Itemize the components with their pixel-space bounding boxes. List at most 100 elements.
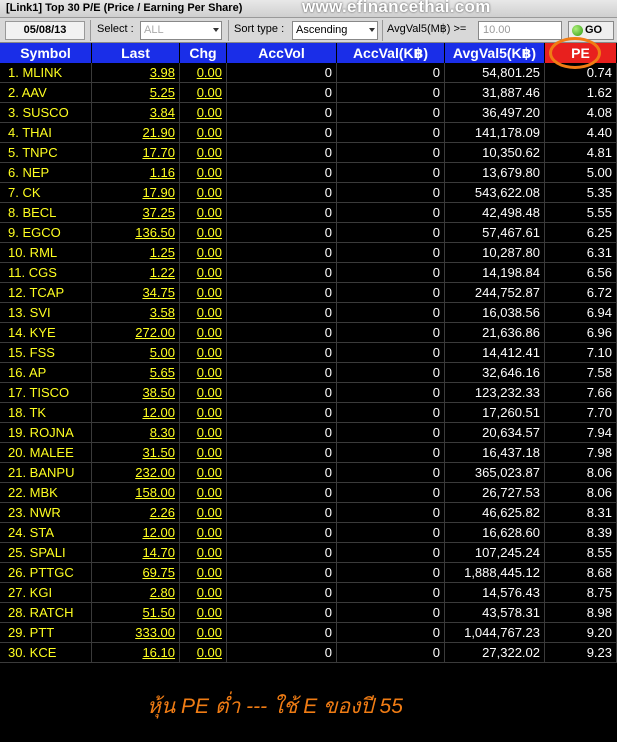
cell-last[interactable]: 158.00 [92, 483, 180, 503]
cell-last-link[interactable]: 12.00 [142, 405, 175, 420]
table-row[interactable]: 5. TNPC 17.70 0.00 0 0 10,350.62 4.81 [0, 143, 617, 163]
avg-value-input[interactable]: 10.00 [478, 21, 562, 40]
cell-chg[interactable]: 0.00 [180, 143, 227, 163]
cell-last-link[interactable]: 1.25 [150, 245, 175, 260]
cell-chg-link[interactable]: 0.00 [197, 105, 222, 120]
cell-last-link[interactable]: 17.70 [142, 145, 175, 160]
cell-chg-link[interactable]: 0.00 [197, 465, 222, 480]
cell-chg[interactable]: 0.00 [180, 183, 227, 203]
table-row[interactable]: 4. THAI 21.90 0.00 0 0 141,178.09 4.40 [0, 123, 617, 143]
cell-last-link[interactable]: 16.10 [142, 645, 175, 660]
table-row[interactable]: 1. MLINK 3.98 0.00 0 0 54,801.25 0.74 [0, 63, 617, 83]
table-row[interactable]: 25. SPALI 14.70 0.00 0 0 107,245.24 8.55 [0, 543, 617, 563]
table-row[interactable]: 2. AAV 5.25 0.00 0 0 31,887.46 1.62 [0, 83, 617, 103]
table-row[interactable]: 27. KGI 2.80 0.00 0 0 14,576.43 8.75 [0, 583, 617, 603]
column-header-avgval5[interactable]: AvgVal5(K฿) [445, 43, 545, 63]
table-row[interactable]: 9. EGCO 136.50 0.00 0 0 57,467.61 6.25 [0, 223, 617, 243]
cell-chg[interactable]: 0.00 [180, 83, 227, 103]
table-row[interactable]: 23. NWR 2.26 0.00 0 0 46,625.82 8.31 [0, 503, 617, 523]
cell-last[interactable]: 3.84 [92, 103, 180, 123]
cell-last-link[interactable]: 51.50 [142, 605, 175, 620]
cell-last[interactable]: 38.50 [92, 383, 180, 403]
cell-chg[interactable]: 0.00 [180, 283, 227, 303]
cell-last[interactable]: 5.00 [92, 343, 180, 363]
cell-chg-link[interactable]: 0.00 [197, 345, 222, 360]
table-row[interactable]: 29. PTT 333.00 0.00 0 0 1,044,767.23 9.20 [0, 623, 617, 643]
cell-chg[interactable]: 0.00 [180, 223, 227, 243]
table-row[interactable]: 30. KCE 16.10 0.00 0 0 27,322.02 9.23 [0, 643, 617, 663]
table-row[interactable]: 13. SVI 3.58 0.00 0 0 16,038.56 6.94 [0, 303, 617, 323]
cell-last-link[interactable]: 17.90 [142, 185, 175, 200]
table-row[interactable]: 17. TISCO 38.50 0.00 0 0 123,232.33 7.66 [0, 383, 617, 403]
table-row[interactable]: 28. RATCH 51.50 0.00 0 0 43,578.31 8.98 [0, 603, 617, 623]
cell-chg[interactable]: 0.00 [180, 303, 227, 323]
cell-last-link[interactable]: 2.26 [150, 505, 175, 520]
cell-last[interactable]: 69.75 [92, 563, 180, 583]
cell-last-link[interactable]: 38.50 [142, 385, 175, 400]
cell-last-link[interactable]: 34.75 [142, 285, 175, 300]
cell-last[interactable]: 8.30 [92, 423, 180, 443]
table-row[interactable]: 22. MBK 158.00 0.00 0 0 26,727.53 8.06 [0, 483, 617, 503]
cell-chg-link[interactable]: 0.00 [197, 145, 222, 160]
cell-last[interactable]: 272.00 [92, 323, 180, 343]
table-row[interactable]: 20. MALEE 31.50 0.00 0 0 16,437.18 7.98 [0, 443, 617, 463]
table-row[interactable]: 26. PTTGC 69.75 0.00 0 0 1,888,445.12 8.68 [0, 563, 617, 583]
cell-chg[interactable]: 0.00 [180, 363, 227, 383]
cell-chg[interactable]: 0.00 [180, 563, 227, 583]
table-row[interactable]: 16. AP 5.65 0.00 0 0 32,646.16 7.58 [0, 363, 617, 383]
cell-chg-link[interactable]: 0.00 [197, 585, 222, 600]
cell-chg[interactable]: 0.00 [180, 423, 227, 443]
table-row[interactable]: 10. RML 1.25 0.00 0 0 10,287.80 6.31 [0, 243, 617, 263]
cell-chg-link[interactable]: 0.00 [197, 325, 222, 340]
cell-last[interactable]: 17.90 [92, 183, 180, 203]
cell-last-link[interactable]: 3.58 [150, 305, 175, 320]
cell-chg-link[interactable]: 0.00 [197, 305, 222, 320]
cell-last-link[interactable]: 136.50 [135, 225, 175, 240]
cell-last-link[interactable]: 272.00 [135, 325, 175, 340]
cell-chg-link[interactable]: 0.00 [197, 85, 222, 100]
cell-last[interactable]: 333.00 [92, 623, 180, 643]
cell-last-link[interactable]: 333.00 [135, 625, 175, 640]
cell-chg-link[interactable]: 0.00 [197, 565, 222, 580]
cell-chg-link[interactable]: 0.00 [197, 385, 222, 400]
cell-chg-link[interactable]: 0.00 [197, 605, 222, 620]
cell-last-link[interactable]: 37.25 [142, 205, 175, 220]
cell-last[interactable]: 3.58 [92, 303, 180, 323]
cell-last[interactable]: 37.25 [92, 203, 180, 223]
cell-chg[interactable]: 0.00 [180, 443, 227, 463]
cell-last-link[interactable]: 69.75 [142, 565, 175, 580]
cell-chg-link[interactable]: 0.00 [197, 485, 222, 500]
cell-chg[interactable]: 0.00 [180, 163, 227, 183]
cell-chg-link[interactable]: 0.00 [197, 245, 222, 260]
cell-last[interactable]: 2.26 [92, 503, 180, 523]
table-row[interactable]: 7. CK 17.90 0.00 0 0 543,622.08 5.35 [0, 183, 617, 203]
table-row[interactable]: 18. TK 12.00 0.00 0 0 17,260.51 7.70 [0, 403, 617, 423]
table-row[interactable]: 12. TCAP 34.75 0.00 0 0 244,752.87 6.72 [0, 283, 617, 303]
cell-last[interactable]: 232.00 [92, 463, 180, 483]
cell-chg[interactable]: 0.00 [180, 583, 227, 603]
cell-chg[interactable]: 0.00 [180, 483, 227, 503]
cell-chg-link[interactable]: 0.00 [197, 525, 222, 540]
cell-chg-link[interactable]: 0.00 [197, 265, 222, 280]
table-row[interactable]: 15. FSS 5.00 0.00 0 0 14,412.41 7.10 [0, 343, 617, 363]
cell-last[interactable]: 14.70 [92, 543, 180, 563]
column-header-chg[interactable]: Chg [180, 43, 227, 63]
cell-last-link[interactable]: 5.65 [150, 365, 175, 380]
cell-chg[interactable]: 0.00 [180, 123, 227, 143]
table-row[interactable]: 19. ROJNA 8.30 0.00 0 0 20,634.57 7.94 [0, 423, 617, 443]
cell-chg-link[interactable]: 0.00 [197, 165, 222, 180]
cell-last[interactable]: 17.70 [92, 143, 180, 163]
cell-chg[interactable]: 0.00 [180, 243, 227, 263]
cell-chg[interactable]: 0.00 [180, 343, 227, 363]
table-row[interactable]: 8. BECL 37.25 0.00 0 0 42,498.48 5.55 [0, 203, 617, 223]
cell-last[interactable]: 1.16 [92, 163, 180, 183]
cell-last[interactable]: 5.25 [92, 83, 180, 103]
cell-chg-link[interactable]: 0.00 [197, 405, 222, 420]
cell-chg-link[interactable]: 0.00 [197, 505, 222, 520]
cell-chg[interactable]: 0.00 [180, 203, 227, 223]
cell-last-link[interactable]: 2.80 [150, 585, 175, 600]
cell-last-link[interactable]: 5.25 [150, 85, 175, 100]
cell-last-link[interactable]: 21.90 [142, 125, 175, 140]
table-row[interactable]: 11. CGS 1.22 0.00 0 0 14,198.84 6.56 [0, 263, 617, 283]
cell-last[interactable]: 12.00 [92, 403, 180, 423]
